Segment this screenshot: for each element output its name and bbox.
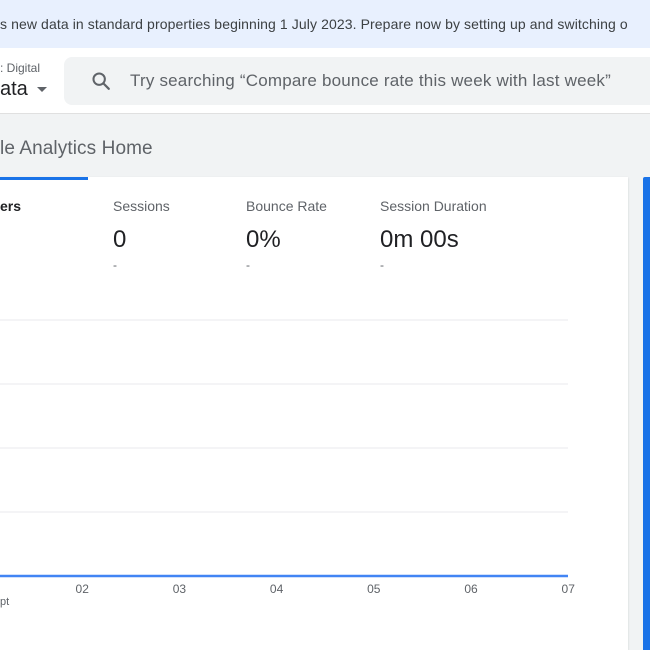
search-placeholder: Try searching “Compare bounce rate this … [130,71,611,90]
caret-down-icon [36,87,47,92]
chart-x-tick-label: 05 [367,582,381,596]
search-icon [92,72,110,90]
chart-x-tick-label: 07 [562,582,576,596]
overview-card: ers Sessions 0 - Bounce Rate 0% - Sessio… [0,177,628,650]
account-selector[interactable]: ata [0,78,47,101]
side-panel-edge [643,177,650,650]
banner-text: s new data in standard properties beginn… [0,16,628,32]
announcement-banner: s new data in standard properties beginn… [0,0,650,48]
chart-x-tick-label: 03 [173,582,187,596]
top-bar: : Digital ata Try searching “Compare bou… [0,48,650,114]
chart-x-tick-label: 06 [464,582,478,596]
account-name: ata [0,78,28,100]
account-sublabel: : Digital [0,61,41,75]
search-bar[interactable]: Try searching “Compare bounce rate this … [64,57,650,105]
chart-x-tick-label: 02 [76,582,90,596]
page-title: le Analytics Home [0,138,153,159]
chart-x-sublabel: pt [0,596,9,608]
chart-x-tick-label: 04 [270,582,284,596]
line-chart: 02 03 04 05 06 07 pt [0,319,576,608]
